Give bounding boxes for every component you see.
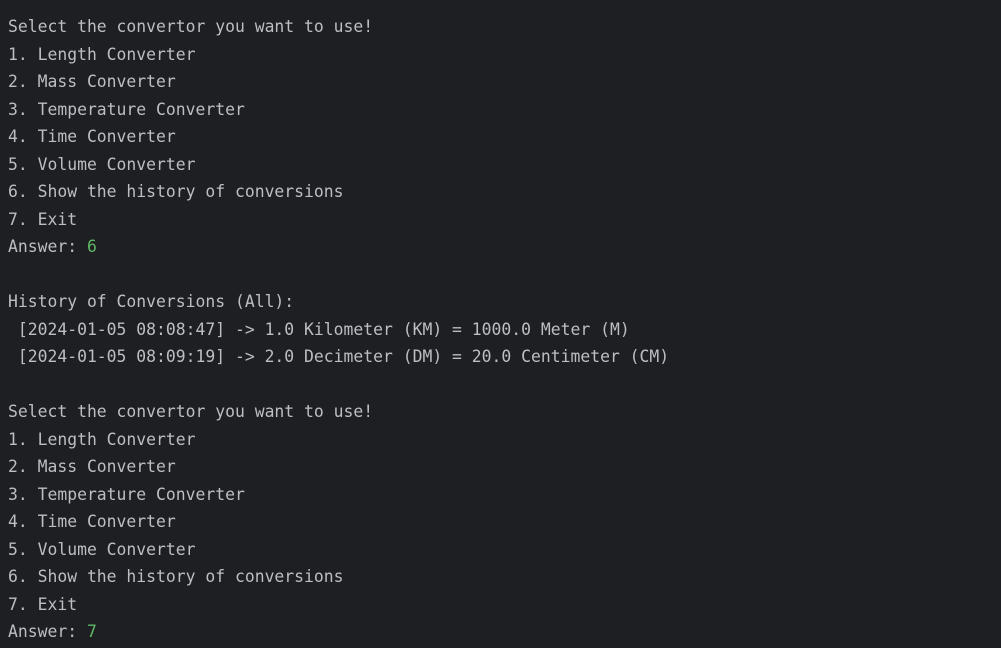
answer-label: Answer:	[8, 622, 87, 641]
menu-option-length: 1. Length Converter	[8, 44, 196, 64]
user-input-answer: 7	[86, 622, 97, 641]
answer-line: Answer: 7	[8, 618, 1001, 646]
menu-option-exit: 7. Exit	[8, 594, 78, 614]
history-entry: [2024-01-05 08:08:47] -> 1.0 Kilometer (…	[8, 319, 630, 339]
menu-option-exit: 7. Exit	[8, 209, 78, 229]
menu-option-history: 6. Show the history of conversions	[8, 567, 344, 586]
history-title: History of Conversions (All):	[8, 292, 295, 311]
answer-label: Answer:	[8, 237, 87, 256]
menu-prompt: Select the convertor you want to use!	[8, 17, 374, 36]
menu-prompt: Select the convertor you want to use!	[8, 402, 374, 421]
menu-option-mass: 2. Mass Converter	[8, 72, 176, 91]
menu-option-history: 6. Show the history of conversions	[8, 182, 344, 201]
menu-option-time: 4. Time Converter	[8, 512, 176, 531]
history-entry: [2024-01-05 08:09:19] -> 2.0 Decimeter (…	[8, 347, 670, 366]
console-output[interactable]: Select the convertor you want to use! 1.…	[0, 0, 1001, 648]
menu-option-time: 4. Time Converter	[8, 127, 176, 146]
menu-option-volume: 5. Volume Converter	[8, 539, 196, 559]
user-input-answer: 6	[86, 237, 97, 256]
menu-option-mass: 2. Mass Converter	[8, 457, 176, 476]
answer-line: Answer: 6	[8, 233, 1001, 261]
menu-option-length: 1. Length Converter	[8, 429, 196, 449]
menu-option-temperature: 3. Temperature Converter	[8, 484, 245, 504]
menu-option-temperature: 3. Temperature Converter	[8, 99, 245, 119]
menu-option-volume: 5. Volume Converter	[8, 154, 196, 174]
